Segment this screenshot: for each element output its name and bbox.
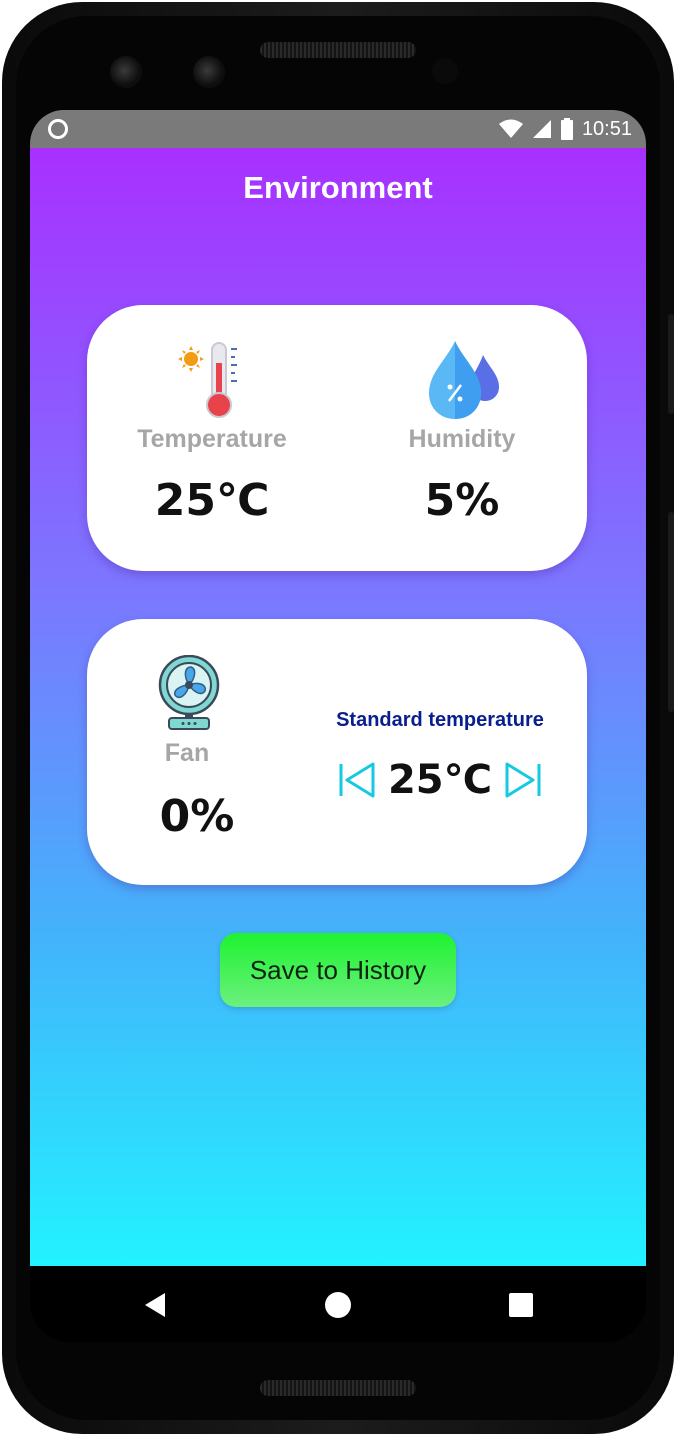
- temperature-label: Temperature: [137, 425, 287, 453]
- front-camera-icon: [193, 56, 225, 88]
- standard-temperature-value: 25℃: [387, 757, 493, 803]
- temperature-value: 25℃: [154, 475, 270, 526]
- decrease-temperature-button[interactable]: [337, 760, 377, 800]
- fan-label: Fan: [164, 739, 210, 767]
- standard-temperature-stepper: 25℃: [337, 755, 543, 805]
- water-drops-icon: [429, 341, 499, 419]
- recents-square-icon: [509, 1293, 533, 1317]
- back-button[interactable]: [140, 1290, 170, 1320]
- recents-button[interactable]: [506, 1290, 536, 1320]
- earpiece-speaker: [260, 42, 416, 58]
- bottom-speaker: [260, 1380, 416, 1396]
- wifi-icon: [498, 119, 523, 138]
- home-button[interactable]: [323, 1290, 353, 1320]
- humidity-label: Humidity: [408, 425, 516, 453]
- skip-previous-icon: [339, 762, 375, 798]
- fan-icon: [158, 655, 220, 730]
- navigation-bar: [30, 1266, 646, 1342]
- battery-icon: [560, 118, 573, 140]
- device-screen: 10:51 Environment Temperature 25℃ Humidi…: [30, 110, 646, 1342]
- skip-next-icon: [505, 762, 541, 798]
- status-icons: 10:51: [498, 116, 632, 142]
- humidity-value: 5%: [424, 475, 500, 526]
- home-circle-icon: [325, 1292, 351, 1318]
- notification-circle-icon: [48, 119, 68, 139]
- status-time: 10:51: [581, 117, 632, 140]
- thermometer-icon: [178, 342, 237, 418]
- front-camera-icon: [110, 56, 142, 88]
- fan-value: 0%: [159, 791, 235, 842]
- standard-temperature-label: Standard temperature: [336, 709, 544, 731]
- status-bar: 10:51: [30, 110, 646, 148]
- save-to-history-button[interactable]: Save to History: [220, 933, 456, 1007]
- fan-card: Fan 0% Standard temperature 25℃: [87, 619, 587, 885]
- power-button: [668, 314, 674, 414]
- sensor-card: Temperature 25℃ Humidity 5%: [87, 305, 587, 571]
- proximity-sensor: [432, 58, 458, 84]
- environment-screen: Environment Temperature 25℃ Humidity 5% …: [30, 148, 646, 1266]
- increase-temperature-button[interactable]: [503, 760, 543, 800]
- volume-button: [668, 512, 674, 712]
- back-triangle-icon: [145, 1293, 165, 1317]
- signal-icon: [532, 120, 551, 138]
- page-title: Environment: [243, 170, 433, 205]
